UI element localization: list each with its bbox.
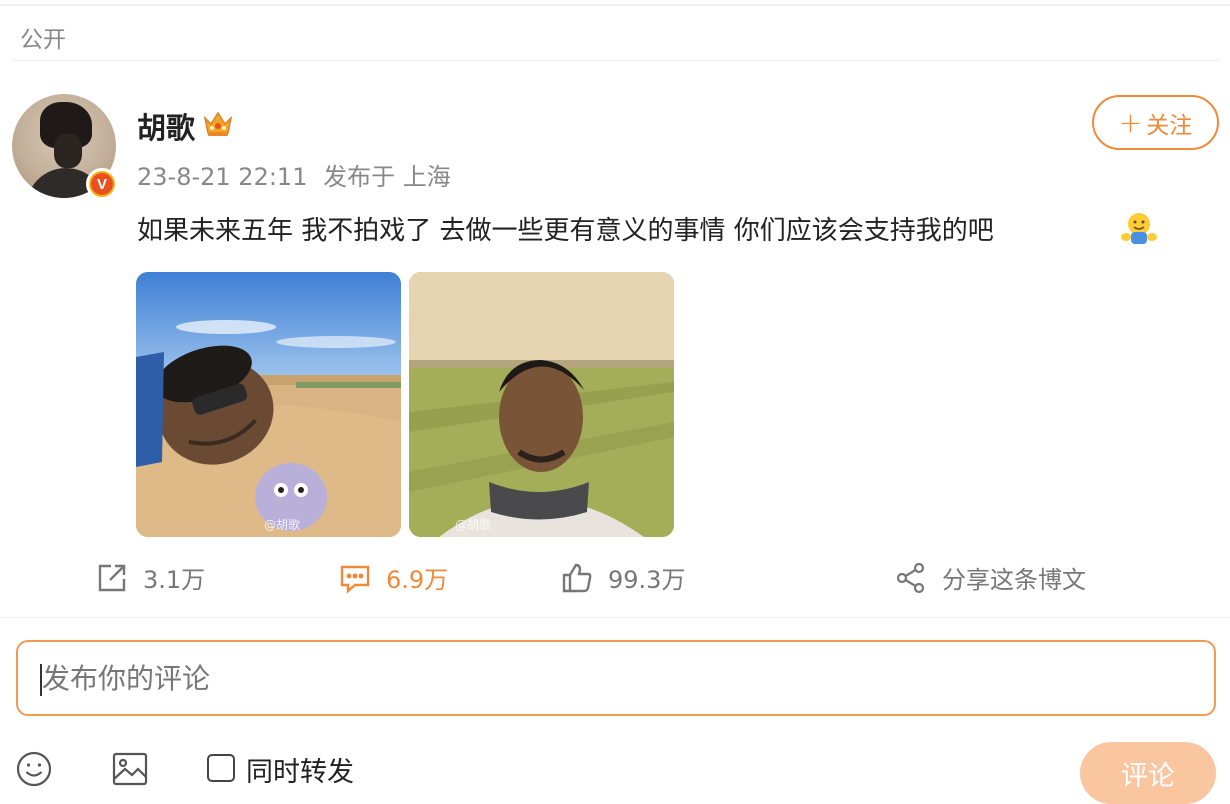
post-time: 23-8-21 22:11 <box>137 163 308 191</box>
header-divider <box>12 60 1220 61</box>
thumbs-up-icon <box>562 563 592 592</box>
post-photo-2[interactable]: @胡歌 <box>409 272 674 537</box>
follow-label: 关注 <box>1146 112 1193 139</box>
share-icon <box>896 562 925 593</box>
smiley-icon[interactable] <box>15 750 53 788</box>
comment-count: 6.9万 <box>386 566 449 594</box>
comment-button[interactable]: 6.9万 <box>338 560 448 595</box>
comment-box[interactable] <box>16 640 1216 716</box>
like-button[interactable]: 99.3万 <box>560 560 685 595</box>
post-meta: 23-8-21 22:11 发布于 上海 <box>137 157 451 192</box>
photo-watermark: @胡歌 <box>455 518 492 532</box>
repost-button[interactable]: 3.1万 <box>95 560 205 595</box>
field-photo <box>409 272 674 537</box>
verified-icon: V <box>86 168 118 200</box>
follow-button[interactable]: + 关注 <box>1092 95 1219 150</box>
plus-icon: + <box>1118 105 1143 139</box>
author-name[interactable]: 胡歌 <box>137 105 195 147</box>
share-label: 分享这条博文 <box>942 566 1086 594</box>
avatar-face <box>54 134 82 168</box>
comment-input[interactable] <box>42 658 1182 698</box>
desert-photo <box>136 272 401 537</box>
share-button[interactable]: 分享这条博文 <box>894 560 1086 595</box>
repost-checkbox-label[interactable]: 同时转发 <box>246 750 354 789</box>
post-location: 发布于 上海 <box>323 163 451 191</box>
post-text: 如果未来五年 我不拍戏了 去做一些更有意义的事情 你们应该会支持我的吧 <box>137 216 994 246</box>
image-icon[interactable] <box>111 750 149 788</box>
action-bar: 3.1万 6.9万 99.3万 分享这条博文 <box>0 560 1230 596</box>
hug-emoji-icon <box>1121 213 1157 244</box>
like-count: 99.3万 <box>608 566 686 594</box>
comment-icon <box>340 565 370 594</box>
top-divider <box>0 4 1230 6</box>
photo-watermark: @胡歌 <box>264 518 301 532</box>
crown-icon <box>203 111 233 136</box>
submit-comment-button[interactable]: 评论 <box>1080 742 1216 804</box>
visibility-label: 公开 <box>20 27 66 53</box>
comment-divider <box>0 617 1230 618</box>
post-photo-1[interactable]: @胡歌 <box>136 272 401 537</box>
repost-checkbox[interactable] <box>207 754 235 782</box>
repost-count: 3.1万 <box>143 566 206 594</box>
verified-badge-text: V <box>91 173 113 195</box>
comment-toolbar: 同时转发 评论 <box>0 742 1230 804</box>
repost-icon <box>98 564 126 591</box>
